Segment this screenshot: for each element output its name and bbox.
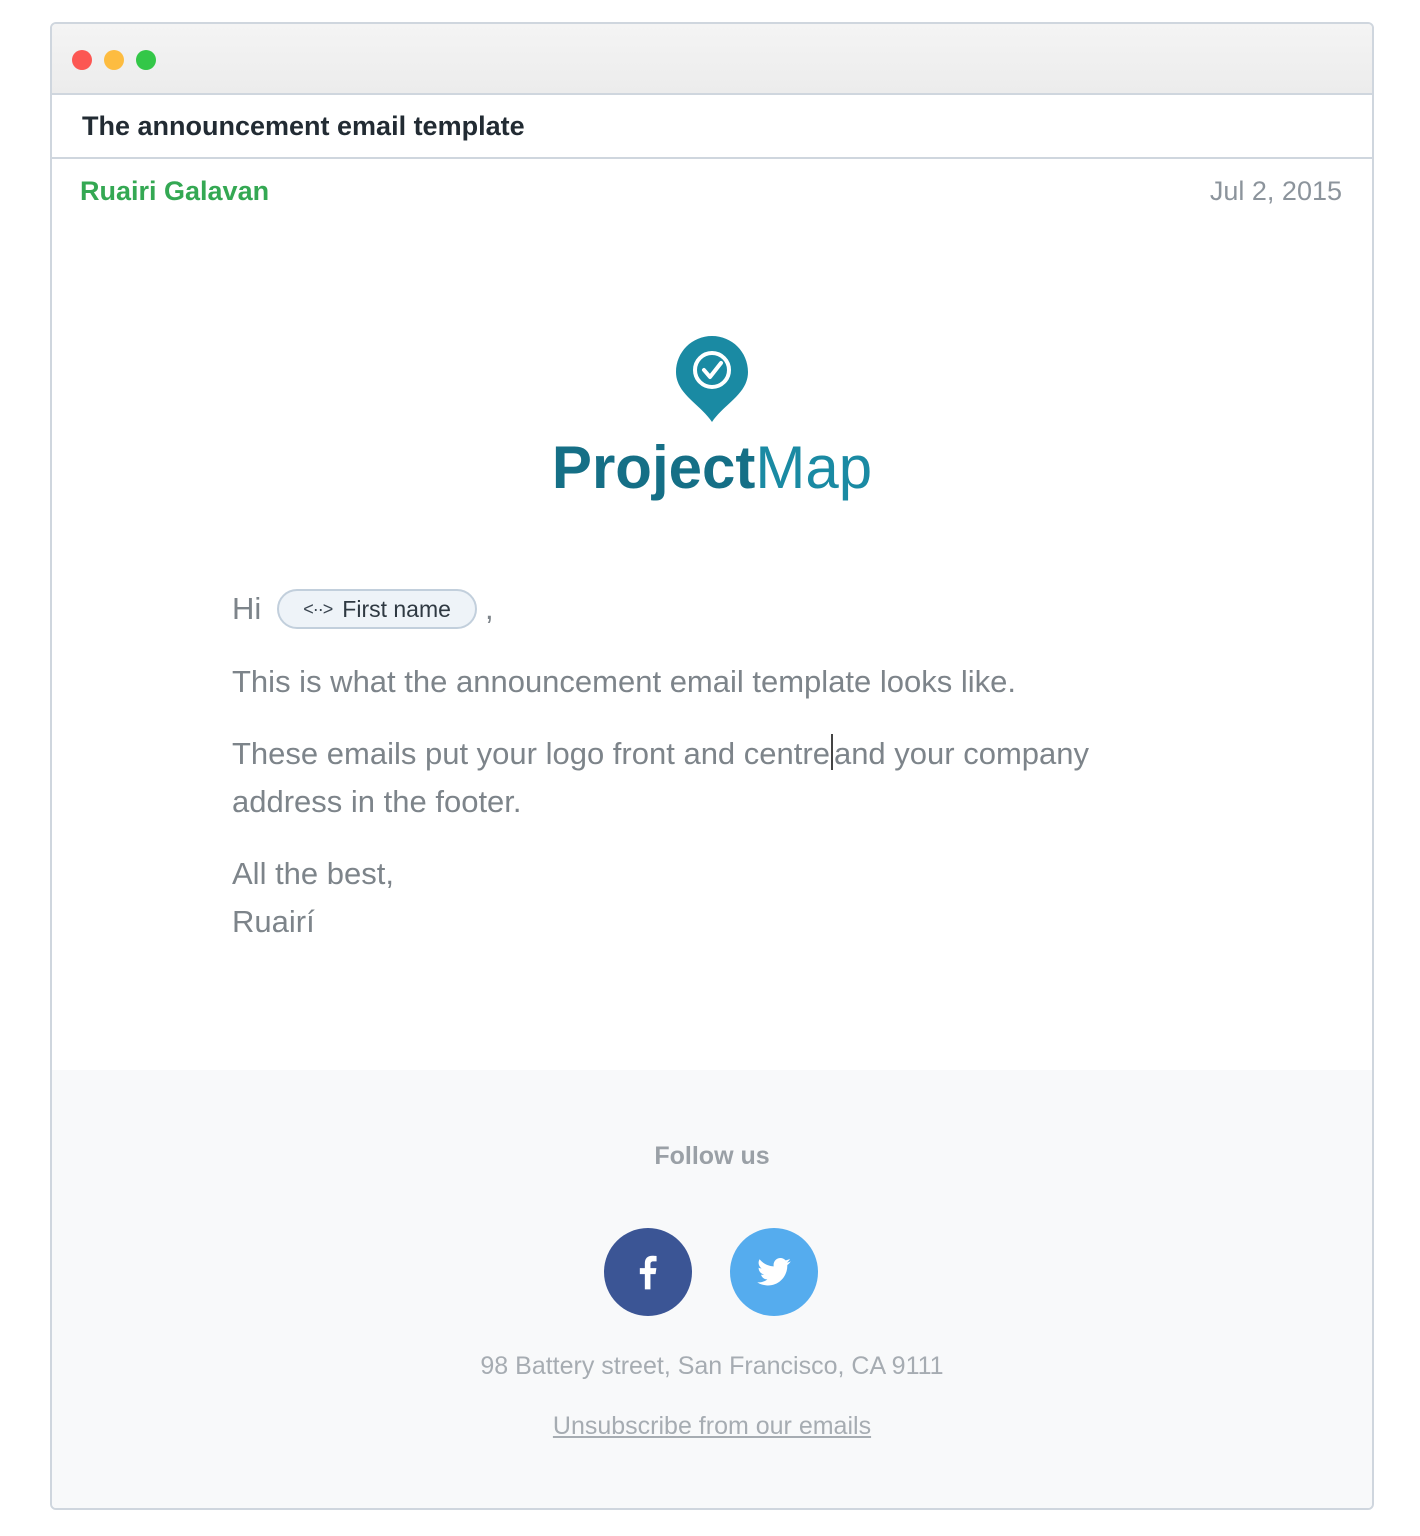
signoff-line: All the best, (232, 856, 394, 891)
paragraph-2[interactable]: These emails put your logo front and cen… (232, 730, 1172, 826)
unsubscribe: Unsubscribe from our emails (52, 1412, 1372, 1441)
facebook-icon (639, 1255, 657, 1290)
minimize-window-button[interactable] (104, 50, 124, 70)
greeting: Hi (232, 591, 262, 626)
greeting-comma: , (484, 591, 494, 626)
email-footer: Follow us 98 Battery street, San Francis… (52, 1070, 1372, 1508)
facebook-button[interactable] (604, 1228, 692, 1316)
company-address: 98 Battery street, San Francisco, CA 911… (480, 1352, 944, 1380)
merge-tag-icon: <··> (303, 599, 333, 619)
signoff[interactable]: All the best, Ruairí (232, 850, 1172, 946)
email-preview-window: The announcement email template Ruairi G… (50, 22, 1374, 1510)
window-titlebar (52, 24, 1372, 95)
text-cursor (830, 734, 833, 770)
email-meta: Ruairi Galavan Jul 2, 2015 (52, 159, 1372, 223)
first-name-merge-tag[interactable]: <··> First name (277, 589, 477, 629)
twitter-button[interactable] (730, 1228, 818, 1316)
logo-text-light: Map (755, 434, 872, 501)
twitter-icon (757, 1258, 791, 1286)
paragraph-2-text-before: These emails put your logo front and cen… (232, 736, 830, 771)
map-pin-icon (676, 336, 748, 422)
email-body: Hi <··> First name , This is what the an… (232, 584, 1172, 946)
merge-tag-label: First name (342, 595, 451, 622)
close-window-button[interactable] (72, 50, 92, 70)
subject-bar: The announcement email template (52, 95, 1372, 159)
unsubscribe-link[interactable]: Unsubscribe from our emails (553, 1412, 871, 1440)
svg-text:ProjectMap: ProjectMap (552, 434, 872, 501)
logo-text-bold: Project (552, 434, 755, 501)
sender-name: Ruairi Galavan (80, 175, 270, 206)
signature: Ruairí (232, 904, 315, 939)
social-links (604, 1228, 818, 1316)
follow-us-label: Follow us (654, 1142, 770, 1170)
paragraph-1[interactable]: This is what the announcement email temp… (232, 658, 1172, 706)
maximize-window-button[interactable] (136, 50, 156, 70)
email-subject: The announcement email template (82, 110, 525, 141)
company-logo: ProjectMap (542, 332, 882, 507)
greeting-line: Hi <··> First name , (232, 584, 1172, 634)
email-date: Jul 2, 2015 (1209, 175, 1342, 206)
